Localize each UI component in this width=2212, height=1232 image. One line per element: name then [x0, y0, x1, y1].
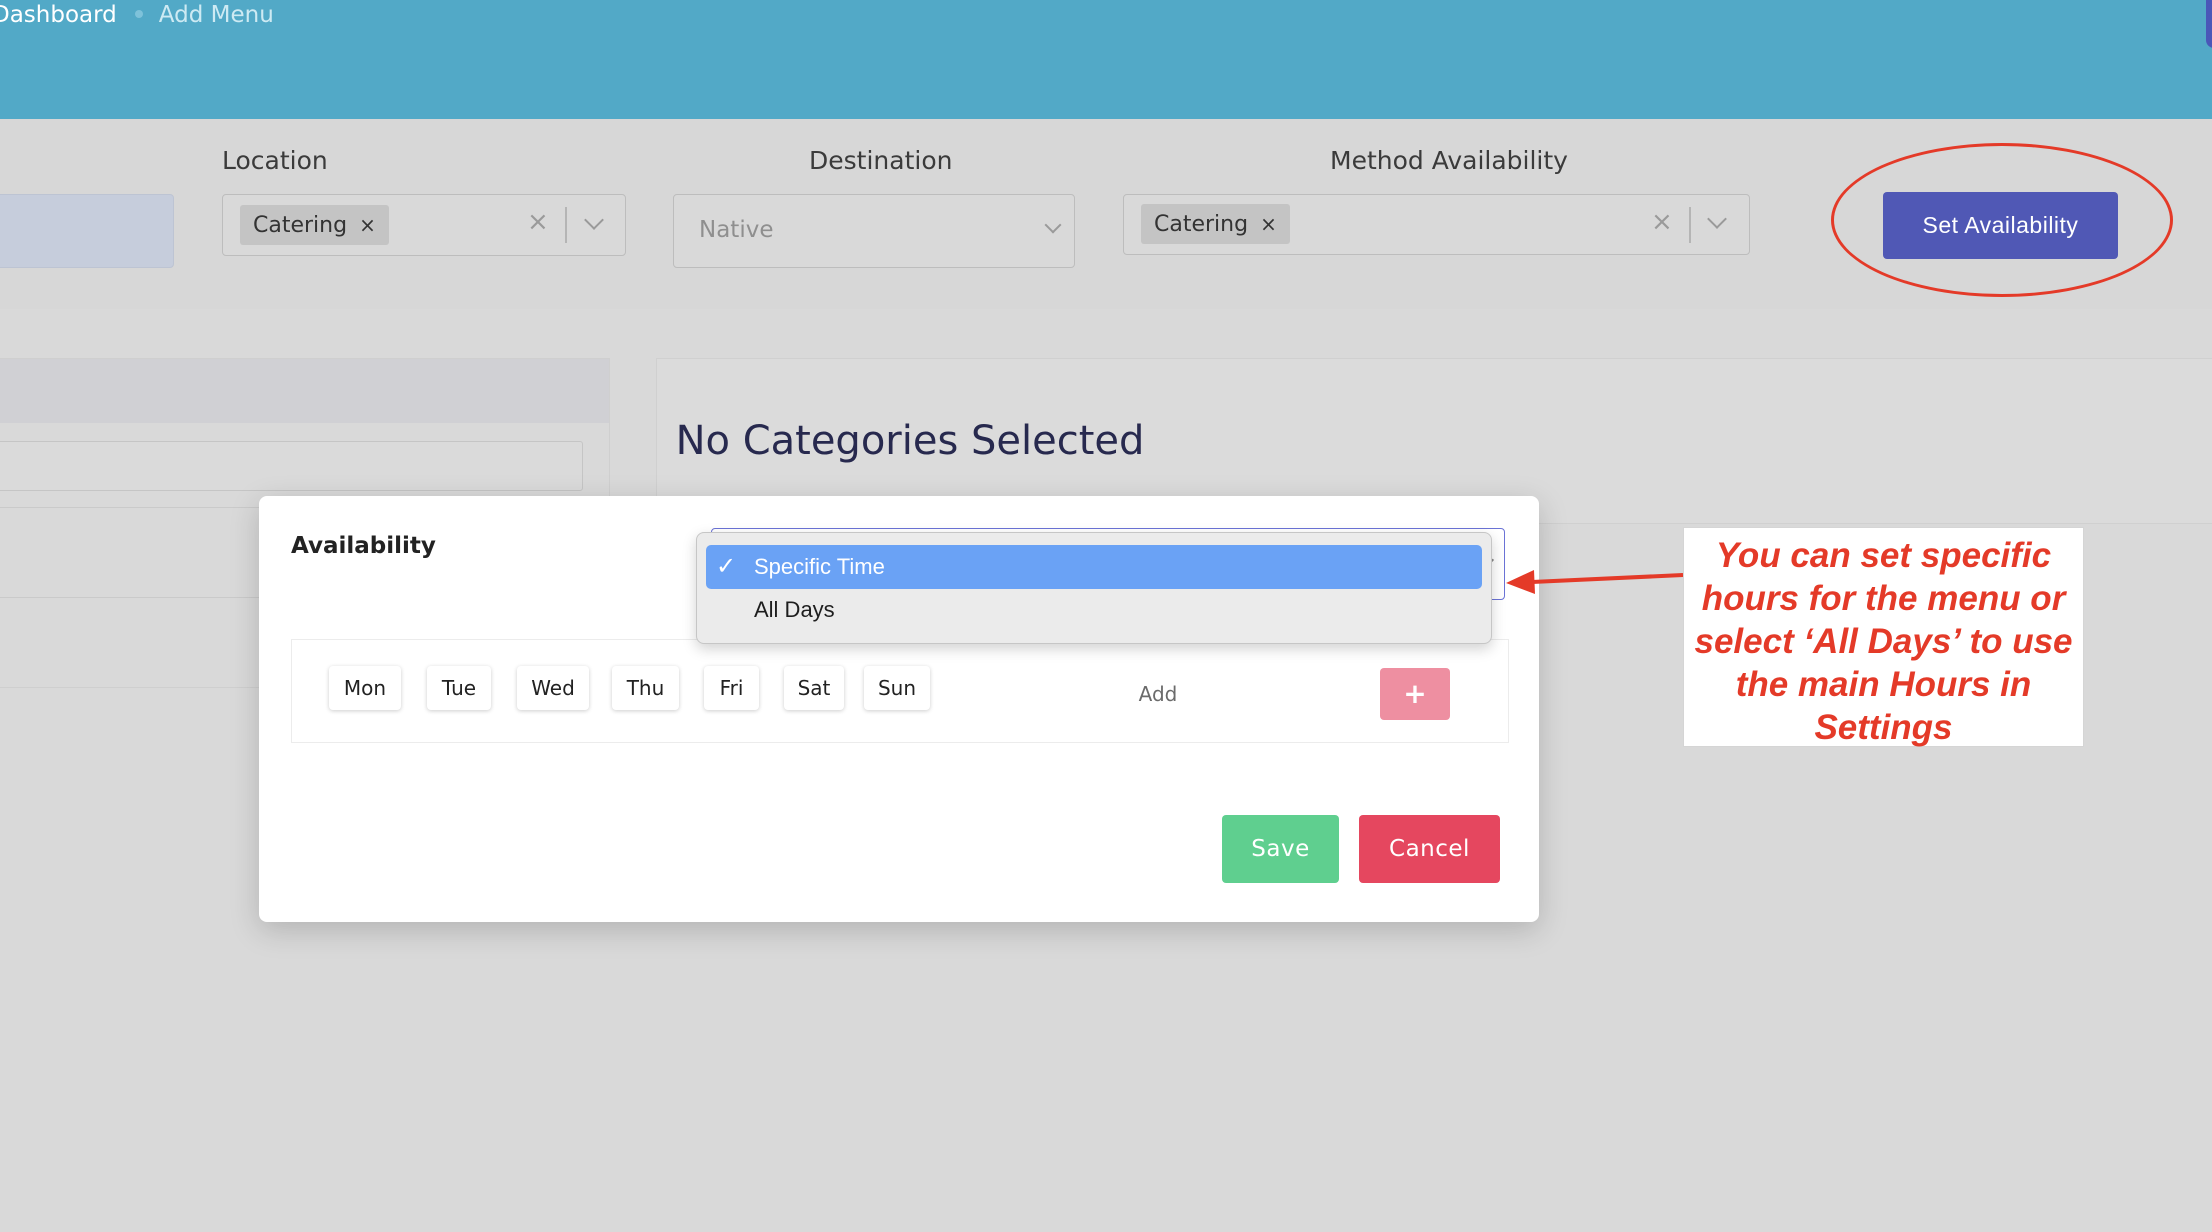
annotation-note: You can set specific hours for the menu …: [1683, 527, 2084, 747]
dropdown-option-specific-time[interactable]: ✓ Specific Time: [706, 545, 1482, 589]
method-availability-label: Method Availability: [1330, 146, 1568, 175]
day-wed-button[interactable]: Wed: [517, 666, 589, 710]
dropdown-option-label: Specific Time: [754, 554, 885, 579]
location-label: Location: [222, 146, 328, 175]
day-thu-button[interactable]: Thu: [612, 666, 679, 710]
destination-select[interactable]: Native: [673, 194, 1075, 268]
annotation-arrow-line: [1531, 573, 1684, 584]
location-chevron-down-icon[interactable]: [584, 210, 604, 230]
no-categories-message: No Categories Selected: [675, 418, 1145, 464]
availability-dropdown-menu: ✓ Specific Time All Days: [696, 532, 1492, 644]
top-header: Dashboard Add Menu: [0, 0, 2212, 119]
dropdown-option-label: All Days: [754, 597, 835, 622]
location-divider: [565, 207, 567, 243]
method-availability-select[interactable]: Catering × ×: [1123, 194, 1750, 255]
categories-panel-header: [0, 359, 609, 423]
method-availability-divider: [1689, 207, 1691, 243]
day-mon-button[interactable]: Mon: [329, 666, 401, 710]
day-fri-button[interactable]: Fri: [704, 666, 759, 710]
destination-chevron-down-icon[interactable]: [1044, 216, 1062, 234]
day-sun-button[interactable]: Sun: [864, 666, 930, 710]
location-select[interactable]: Catering × ×: [222, 194, 626, 256]
location-chip: Catering ×: [240, 205, 389, 245]
destination-label: Destination: [809, 146, 953, 175]
availability-title: Availability: [291, 533, 436, 559]
day-tue-button[interactable]: Tue: [427, 666, 491, 710]
left-input-block[interactable]: [0, 194, 174, 268]
method-availability-chip-remove-icon[interactable]: ×: [1260, 212, 1277, 236]
day-sat-button[interactable]: Sat: [784, 666, 844, 710]
location-chip-label: Catering: [253, 213, 348, 238]
days-row: Mon Tue Wed Thu Fri Sat Sun Add +: [291, 639, 1509, 743]
add-time-plus-button[interactable]: +: [1380, 668, 1450, 720]
header-corner-widget[interactable]: [2206, 0, 2212, 48]
breadcrumb-add-menu: Add Menu: [158, 2, 274, 28]
method-availability-chip-label: Catering: [1154, 212, 1249, 237]
add-time-label: Add: [1138, 682, 1178, 706]
breadcrumb: Dashboard Add Menu: [0, 0, 274, 30]
method-availability-chevron-down-icon[interactable]: [1707, 209, 1727, 229]
highlight-circle: [1831, 143, 2173, 297]
dropdown-option-all-days[interactable]: All Days: [706, 588, 1482, 632]
destination-value: Native: [699, 217, 774, 243]
check-icon: ✓: [716, 553, 737, 580]
method-availability-clear-icon[interactable]: ×: [1651, 207, 1673, 237]
location-clear-icon[interactable]: ×: [527, 207, 549, 237]
cancel-button[interactable]: Cancel: [1359, 815, 1500, 883]
breadcrumb-separator-icon: [134, 9, 143, 18]
method-availability-chip: Catering ×: [1141, 204, 1290, 244]
location-chip-remove-icon[interactable]: ×: [359, 213, 376, 237]
save-button[interactable]: Save: [1222, 815, 1339, 883]
breadcrumb-dashboard[interactable]: Dashboard: [0, 2, 117, 28]
